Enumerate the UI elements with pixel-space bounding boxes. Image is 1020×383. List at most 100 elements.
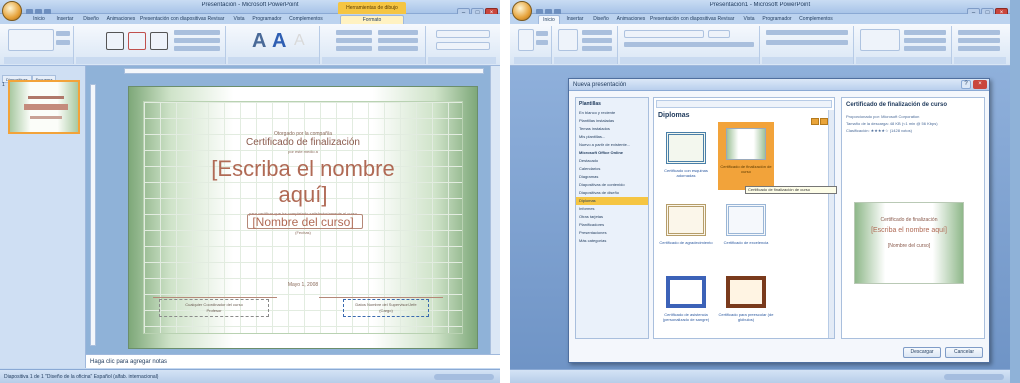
recipient-name-placeholder-line2[interactable]: aquí]: [129, 183, 477, 207]
shape-style-3[interactable]: [150, 32, 168, 50]
template-tile-selected[interactable]: Certificado de finalización de curso: [718, 122, 774, 190]
preview-rating[interactable]: Clasificación: ★★★★☆ (1428 votos): [846, 128, 912, 133]
shape-style-1[interactable]: [106, 32, 124, 50]
nav-item-selected[interactable]: Diplomas: [576, 197, 648, 205]
dialog-close-icon[interactable]: ×: [973, 80, 987, 89]
tab-inicio[interactable]: Inicio: [538, 15, 560, 24]
tab-vista[interactable]: Vista: [740, 15, 758, 24]
wordart-style-1[interactable]: A: [252, 30, 266, 53]
ribbon-group-editing: [954, 26, 1006, 64]
nav-item[interactable]: Plantillas instaladas: [576, 117, 648, 125]
template-tile[interactable]: Certificado para preescolar (de glóbulos…: [718, 270, 774, 332]
view-buttons: [810, 112, 830, 125]
tab-programador[interactable]: Programador: [760, 15, 794, 24]
new-slide-button[interactable]: [558, 29, 578, 51]
nav-item[interactable]: Presentaciones: [576, 229, 648, 237]
preview-title: Certificado de finalización de curso: [846, 102, 948, 108]
font-name-field[interactable]: [624, 30, 704, 38]
template-tile[interactable]: Certificado de excelencia: [718, 198, 774, 260]
tab-insertar[interactable]: Insertar: [52, 15, 78, 24]
tab-complementos[interactable]: Complementos: [286, 15, 326, 24]
nav-item[interactable]: Diapositivas de contenido: [576, 181, 648, 189]
template-preview-pane: Certificado de finalización de curso Pro…: [841, 97, 985, 339]
tab-animaciones[interactable]: Animaciones: [104, 15, 138, 24]
font-size-field[interactable]: [708, 30, 730, 38]
slide-thumbnail[interactable]: [8, 80, 80, 134]
signature-box-left[interactable]: Cualquier Coordinador del curso Profesor: [159, 299, 269, 317]
status-bar: Diapositiva 1 de 1 "Diseño de la oficina…: [0, 369, 500, 383]
ribbon: A A A: [0, 24, 500, 66]
title-bar: Presentación - Microsoft PowerPoint Herr…: [0, 0, 500, 18]
certificate-slide[interactable]: Otorgado por la compañía Certificado de …: [128, 86, 478, 349]
certificate-date[interactable]: Mayo 1, 2008: [129, 282, 477, 288]
tab-revisar[interactable]: Revisar: [204, 15, 228, 24]
granted-to-text: por este medio a: [288, 149, 318, 154]
nav-item[interactable]: Calendarios: [576, 165, 648, 173]
office-button-icon[interactable]: [512, 1, 532, 21]
template-tile[interactable]: Certificado de asistencia (personalizado…: [658, 270, 714, 332]
ribbon-group-arrange: [322, 26, 426, 64]
nav-item[interactable]: Otras tarjetas: [576, 213, 648, 221]
signature-box-right[interactable]: Datos Nombre del Supervisor/Jefe (Cargo): [343, 299, 429, 317]
gallery-scrollbar[interactable]: [828, 110, 834, 338]
nav-item[interactable]: Más categorías: [576, 237, 648, 245]
tab-animaciones[interactable]: Animaciones: [614, 15, 648, 24]
tab-diseno[interactable]: Diseño: [590, 15, 612, 24]
office-button-icon[interactable]: [2, 1, 22, 21]
large-icons-icon[interactable]: [811, 118, 819, 125]
nav-item[interactable]: Nuevo a partir de existente...: [576, 141, 648, 149]
nav-item[interactable]: Temas instalados: [576, 125, 648, 133]
tab-programador[interactable]: Programador: [250, 15, 284, 24]
vertical-scrollbar[interactable]: [490, 66, 500, 354]
slide-number: 1: [2, 82, 5, 88]
nav-item[interactable]: Destacado: [576, 157, 648, 165]
course-name-placeholder[interactable]: [Nombre del curso]: [129, 215, 477, 229]
nav-heading-online: Microsoft Office Online: [579, 150, 624, 155]
search-bar[interactable]: [656, 100, 832, 108]
nav-item[interactable]: Planificadores: [576, 221, 648, 229]
zoom-slider[interactable]: [434, 374, 494, 380]
ribbon-group-paragraph: [762, 26, 854, 64]
template-tooltip: Certificado de finalización de curso: [745, 186, 837, 194]
status-text: Diapositiva 1 de 1 "Diseño de la oficina…: [4, 374, 159, 380]
list-view-icon[interactable]: [820, 118, 828, 125]
tab-insertar[interactable]: Insertar: [562, 15, 588, 24]
width-field[interactable]: [436, 42, 490, 50]
tab-formato[interactable]: Formato: [340, 15, 404, 24]
nav-item[interactable]: Diapositivas de diseño: [576, 189, 648, 197]
nav-item[interactable]: Mis plantillas...: [576, 133, 648, 141]
title-bar: Presentación1 - Microsoft PowerPoint – □ ×: [510, 0, 1010, 18]
status-bar: [510, 369, 1010, 383]
shapes-gallery[interactable]: [860, 29, 900, 51]
recipient-name-placeholder[interactable]: [Escriba el nombre: [129, 157, 477, 181]
tab-diseno[interactable]: Diseño: [80, 15, 102, 24]
help-icon[interactable]: ?: [961, 80, 971, 89]
nav-item[interactable]: Diagramas: [576, 173, 648, 181]
paste-button[interactable]: [518, 29, 534, 51]
tab-complementos[interactable]: Complementos: [796, 15, 836, 24]
height-field[interactable]: [436, 30, 490, 38]
thumbnail-tabs: DiapositivasEsquema: [2, 68, 82, 83]
signature-line-right: [319, 297, 443, 298]
dialog-title: Nueva presentación: [569, 79, 989, 91]
ribbon-group-insert-shapes: [4, 26, 74, 64]
nav-item[interactable]: Informes: [576, 205, 648, 213]
certificate-title[interactable]: Certificado de finalización: [129, 137, 477, 148]
shape-style-2[interactable]: [128, 32, 146, 50]
notes-pane[interactable]: Haga clic para agregar notas: [86, 354, 500, 368]
tab-revisar[interactable]: Revisar: [714, 15, 738, 24]
template-tile[interactable]: Certificado con esquinas adornadas: [658, 126, 714, 188]
download-button[interactable]: Descargar: [903, 347, 941, 358]
wordart-style-3[interactable]: A: [294, 32, 305, 50]
tab-inicio[interactable]: Inicio: [28, 15, 50, 24]
zoom-slider[interactable]: [944, 374, 1004, 380]
tab-presentacion[interactable]: Presentación con diapositivas: [140, 15, 206, 24]
window-controls: – □ ×: [966, 1, 1008, 18]
cancel-button[interactable]: Cancelar: [945, 347, 983, 358]
shapes-gallery[interactable]: [8, 29, 54, 51]
tab-vista[interactable]: Vista: [230, 15, 248, 24]
nav-item[interactable]: En blanco y reciente: [576, 109, 648, 117]
tab-presentacion[interactable]: Presentación con diapositivas: [650, 15, 716, 24]
wordart-style-2[interactable]: A: [272, 30, 286, 53]
template-tile[interactable]: Certificado de agradecimiento: [658, 198, 714, 260]
